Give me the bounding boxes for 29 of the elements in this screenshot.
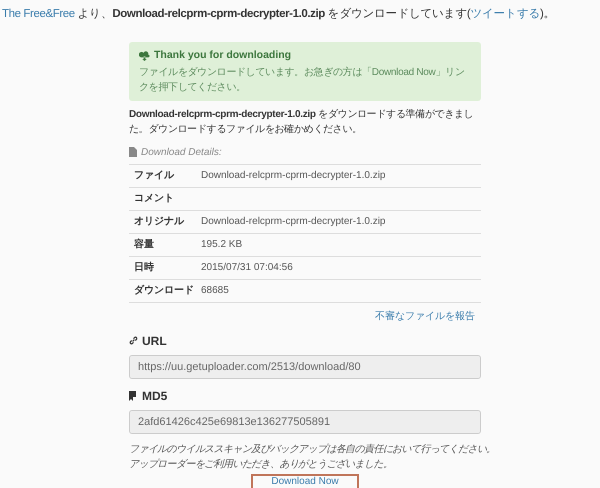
download-now-button[interactable]: Download Now bbox=[251, 474, 359, 488]
input-field[interactable]: https://uu.getuploader.com/2513/download/80 bbox=[129, 354, 481, 379]
field-label: MD5 bbox=[142, 388, 168, 405]
field-label: URL bbox=[142, 332, 167, 350]
alert-message: ファイルをダウンロードしています。お急ぎの方は「Download Now」リンクを押下してください。 bbox=[139, 66, 466, 95]
cloud-download-icon bbox=[139, 50, 150, 61]
tweet-link[interactable]: ツイートする bbox=[470, 8, 540, 20]
detail-label: コメント bbox=[129, 187, 199, 210]
detail-label: ファイル bbox=[129, 164, 199, 188]
ready-message: Download-relcprm-cprm-decrypter-1.0.zip をダウンロードする準備ができました。ダウンロードするファイルをお確かめください。 bbox=[129, 108, 474, 137]
page-heading: The Free&Free より、Download-relcprm-cprm-decrypter-1.0.zip をダウンロードしています(ツイートする)。 bbox=[1, 6, 556, 22]
notice-text: ファイルのウイルススキャン及びバックアップは各自の責任において行ってください。 bbox=[129, 442, 497, 457]
alert-title: Thank you for downloading bbox=[154, 48, 292, 63]
detail-value: 195.2 KB bbox=[199, 233, 481, 256]
details-title: Download Details: bbox=[141, 146, 222, 160]
notice-text: アップローダーをご利用いただき、ありがとうございました。 bbox=[129, 458, 394, 472]
detail-value: Download-relcprm-cprm-decrypter-1.0.zip bbox=[199, 210, 481, 234]
detail-value: Download-relcprm-cprm-decrypter-1.0.zip bbox=[199, 164, 481, 188]
detail-value: 2015/07/31 07:04:56 bbox=[199, 256, 481, 280]
detail-label: オリジナル bbox=[129, 210, 199, 234]
input-field[interactable]: 2afd61426c425e69813e136277505891 bbox=[129, 410, 481, 434]
link-icon bbox=[129, 336, 138, 346]
document-icon bbox=[129, 147, 137, 158]
report-link[interactable]: 不審なファイルを報告 bbox=[375, 308, 475, 324]
detail-label: 日時 bbox=[129, 256, 199, 280]
uploader-link[interactable]: The Free&Free bbox=[2, 8, 75, 20]
detail-value: 68685 bbox=[199, 279, 481, 302]
detail-label: ダウンロード bbox=[129, 279, 199, 302]
detail-label: 容量 bbox=[129, 233, 199, 256]
